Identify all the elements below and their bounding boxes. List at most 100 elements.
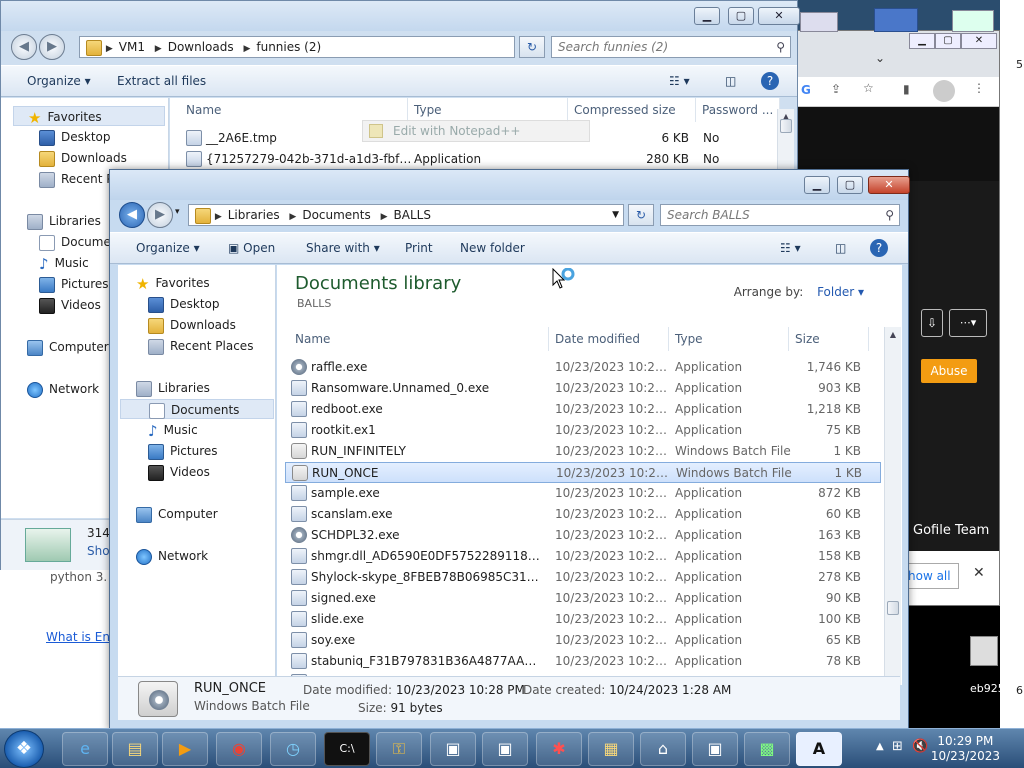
clock[interactable]: 10:29 PM 10/23/2023 bbox=[931, 734, 1000, 764]
window-thumbnail[interactable] bbox=[800, 12, 838, 32]
organize-button[interactable]: Organize ▾ bbox=[136, 241, 200, 255]
maximize-button[interactable]: ▢ bbox=[728, 7, 754, 25]
browser-close-button[interactable]: ✕ bbox=[961, 33, 997, 49]
table-row[interactable]: soy.exe 10/23/2023 10:28 ... Application 65… bbox=[285, 630, 881, 651]
maximize-button[interactable]: ▢ bbox=[837, 176, 863, 194]
nav-network[interactable]: Network bbox=[1, 379, 99, 399]
table-row[interactable]: rootkit.ex1 10/23/2023 10:28 ... Applicati… bbox=[285, 420, 881, 441]
column-name[interactable]: Name bbox=[180, 98, 408, 122]
breadcrumb-vm1[interactable]: VM1 bbox=[119, 40, 145, 54]
scrollbar[interactable]: ▲ bbox=[884, 327, 901, 685]
share-with-button[interactable]: Share with ▾ bbox=[306, 241, 380, 255]
preview-pane-icon[interactable]: ◫ bbox=[725, 74, 736, 88]
sidepanel-icon[interactable]: ▮ bbox=[903, 82, 910, 96]
file-explorer-icon[interactable]: ▤ bbox=[112, 732, 158, 766]
breadcrumb-downloads[interactable]: Downloads bbox=[168, 40, 234, 54]
close-button[interactable]: ✕ bbox=[868, 176, 910, 194]
nav-desktop[interactable]: Desktop bbox=[1, 127, 111, 147]
tray-expand-icon[interactable]: ▲ bbox=[876, 741, 884, 752]
search-input[interactable]: Search funnies (2) ⚲ bbox=[551, 36, 791, 58]
what-is-link[interactable]: What is En bbox=[46, 630, 110, 644]
view-icon[interactable]: ☷ ▾ bbox=[669, 74, 690, 88]
nav-videos[interactable]: Videos bbox=[1, 295, 101, 315]
google-icon[interactable]: G bbox=[801, 83, 811, 97]
table-row[interactable]: raffle.exe 10/23/2023 10:28 ... Applicatio… bbox=[285, 357, 881, 378]
chrome-icon[interactable]: ◉ bbox=[216, 732, 262, 766]
table-row[interactable]: shmgr.dll_AD6590E0DF575228911852B1E... 10… bbox=[285, 546, 881, 567]
clock-app-icon[interactable]: ◷ bbox=[270, 732, 316, 766]
nav-downloads[interactable]: Downloads bbox=[1, 148, 127, 168]
nav-videos[interactable]: Videos bbox=[118, 462, 210, 482]
calculator-icon[interactable]: ▦ bbox=[588, 732, 634, 766]
table-row[interactable]: scanslam.exe 10/23/2023 10:28 ... Applicat… bbox=[285, 504, 881, 525]
close-icon[interactable]: ✕ bbox=[973, 565, 985, 581]
nav-libraries[interactable]: Libraries bbox=[118, 378, 210, 398]
window-icon-2[interactable]: ▣ bbox=[482, 732, 528, 766]
breadcrumb-libraries[interactable]: Libraries bbox=[228, 208, 280, 222]
browser-minimize-button[interactable]: ▁ bbox=[909, 33, 935, 49]
desktop-file-icon[interactable] bbox=[970, 636, 998, 666]
nav-computer[interactable]: Computer bbox=[1, 337, 109, 357]
back-button[interactable]: ◀ bbox=[11, 34, 37, 60]
window-icon[interactable]: ▣ bbox=[430, 732, 476, 766]
table-row[interactable]: stabuniq_F31B797831B36A4877AA0FD173... 10… bbox=[285, 651, 881, 672]
nav-music[interactable]: ♪ Music bbox=[1, 253, 89, 273]
process-tool-icon[interactable]: ✱ bbox=[536, 732, 582, 766]
search-input[interactable]: Search BALLS ⚲ bbox=[660, 204, 900, 226]
preview-pane-icon[interactable]: ◫ bbox=[835, 241, 846, 255]
start-button[interactable]: ❖ bbox=[4, 730, 44, 768]
media-player-icon[interactable]: ▶ bbox=[162, 732, 208, 766]
scrollbar[interactable]: ▲ bbox=[777, 109, 794, 169]
nav-recent-places[interactable]: Recent Places bbox=[118, 336, 253, 356]
table-row[interactable]: RUN_INFINITELY 10/23/2023 10:28 ... Window… bbox=[285, 441, 881, 462]
back-button[interactable]: ◀ bbox=[119, 202, 145, 228]
browser-maximize-button[interactable]: ▢ bbox=[935, 33, 961, 49]
breadcrumb-documents[interactable]: Documents bbox=[302, 208, 370, 222]
open-button[interactable]: ▣ Open bbox=[228, 241, 275, 255]
window-icon-3[interactable]: ▣ bbox=[692, 732, 738, 766]
abuse-button[interactable]: Abuse bbox=[921, 359, 977, 383]
share-icon[interactable]: ⇪ bbox=[831, 82, 841, 96]
nav-favorites[interactable]: ★ Favorites bbox=[13, 106, 165, 126]
nav-desktop[interactable]: Desktop bbox=[118, 294, 220, 314]
nav-computer[interactable]: Computer bbox=[118, 504, 218, 524]
show-all-button[interactable]: how all bbox=[903, 563, 959, 589]
table-row[interactable]: sample.exe 10/23/2023 10:28 ... Applicatio… bbox=[285, 483, 881, 504]
organize-button[interactable]: Organize ▾ bbox=[27, 74, 91, 88]
window-thumbnail-2[interactable] bbox=[952, 10, 994, 32]
view-icon[interactable]: ☷ ▾ bbox=[780, 241, 801, 255]
recent-pages-icon[interactable]: ▾ bbox=[175, 207, 180, 217]
keyboard-icon[interactable] bbox=[874, 8, 918, 32]
print-button[interactable]: Print bbox=[405, 241, 433, 255]
network-tray-icon[interactable]: ⊞ bbox=[892, 739, 903, 754]
forward-button[interactable]: ▶ bbox=[147, 202, 173, 228]
table-row[interactable]: slide.exe 10/23/2023 10:28 ... Application… bbox=[285, 609, 881, 630]
network-tool-icon[interactable]: ⌂ bbox=[640, 732, 686, 766]
monitor-icon[interactable]: ▩ bbox=[744, 732, 790, 766]
arrange-by-dropdown[interactable]: Folder ▾ bbox=[817, 285, 864, 299]
text-app-icon[interactable]: A bbox=[796, 732, 842, 766]
close-button[interactable]: ✕ bbox=[758, 7, 800, 25]
refresh-button[interactable]: ↻ bbox=[628, 204, 654, 226]
nav-music[interactable]: ♪ Music bbox=[118, 420, 198, 440]
column-compressed-size[interactable]: Compressed size bbox=[568, 98, 696, 122]
help-icon[interactable]: ? bbox=[870, 239, 888, 257]
table-row[interactable]: redboot.exe 10/23/2023 10:28 ... Applicati… bbox=[285, 399, 881, 420]
table-row[interactable]: RUN_ONCE 10/23/2023 10:28 ... Windows Batc… bbox=[285, 462, 881, 483]
cmd-icon[interactable]: C:\ bbox=[324, 732, 370, 766]
minimize-button[interactable]: ▁ bbox=[804, 176, 830, 194]
new-folder-button[interactable]: New folder bbox=[460, 241, 525, 255]
more-options-button[interactable]: ⋯▾ bbox=[949, 309, 987, 337]
column-type[interactable]: Type bbox=[408, 98, 568, 122]
column-password[interactable]: Password ... bbox=[696, 98, 780, 122]
keys-icon[interactable]: ⚿ bbox=[376, 732, 422, 766]
address-bar[interactable]: ▶ Libraries ▶ Documents ▶ BALLS ▼ bbox=[188, 204, 624, 226]
column-size[interactable]: Size bbox=[789, 327, 869, 351]
table-row[interactable]: Shylock-skype_8FBEB78B06985C3188562... 10… bbox=[285, 567, 881, 588]
download-icon[interactable]: ⇩ bbox=[921, 309, 943, 337]
desktop-file-label[interactable]: eb925... bbox=[970, 682, 1015, 695]
minimize-button[interactable]: ▁ bbox=[694, 7, 720, 25]
breadcrumb-balls[interactable]: BALLS bbox=[394, 208, 431, 222]
column-date-modified[interactable]: Date modified bbox=[549, 327, 669, 351]
forward-button[interactable]: ▶ bbox=[39, 34, 65, 60]
